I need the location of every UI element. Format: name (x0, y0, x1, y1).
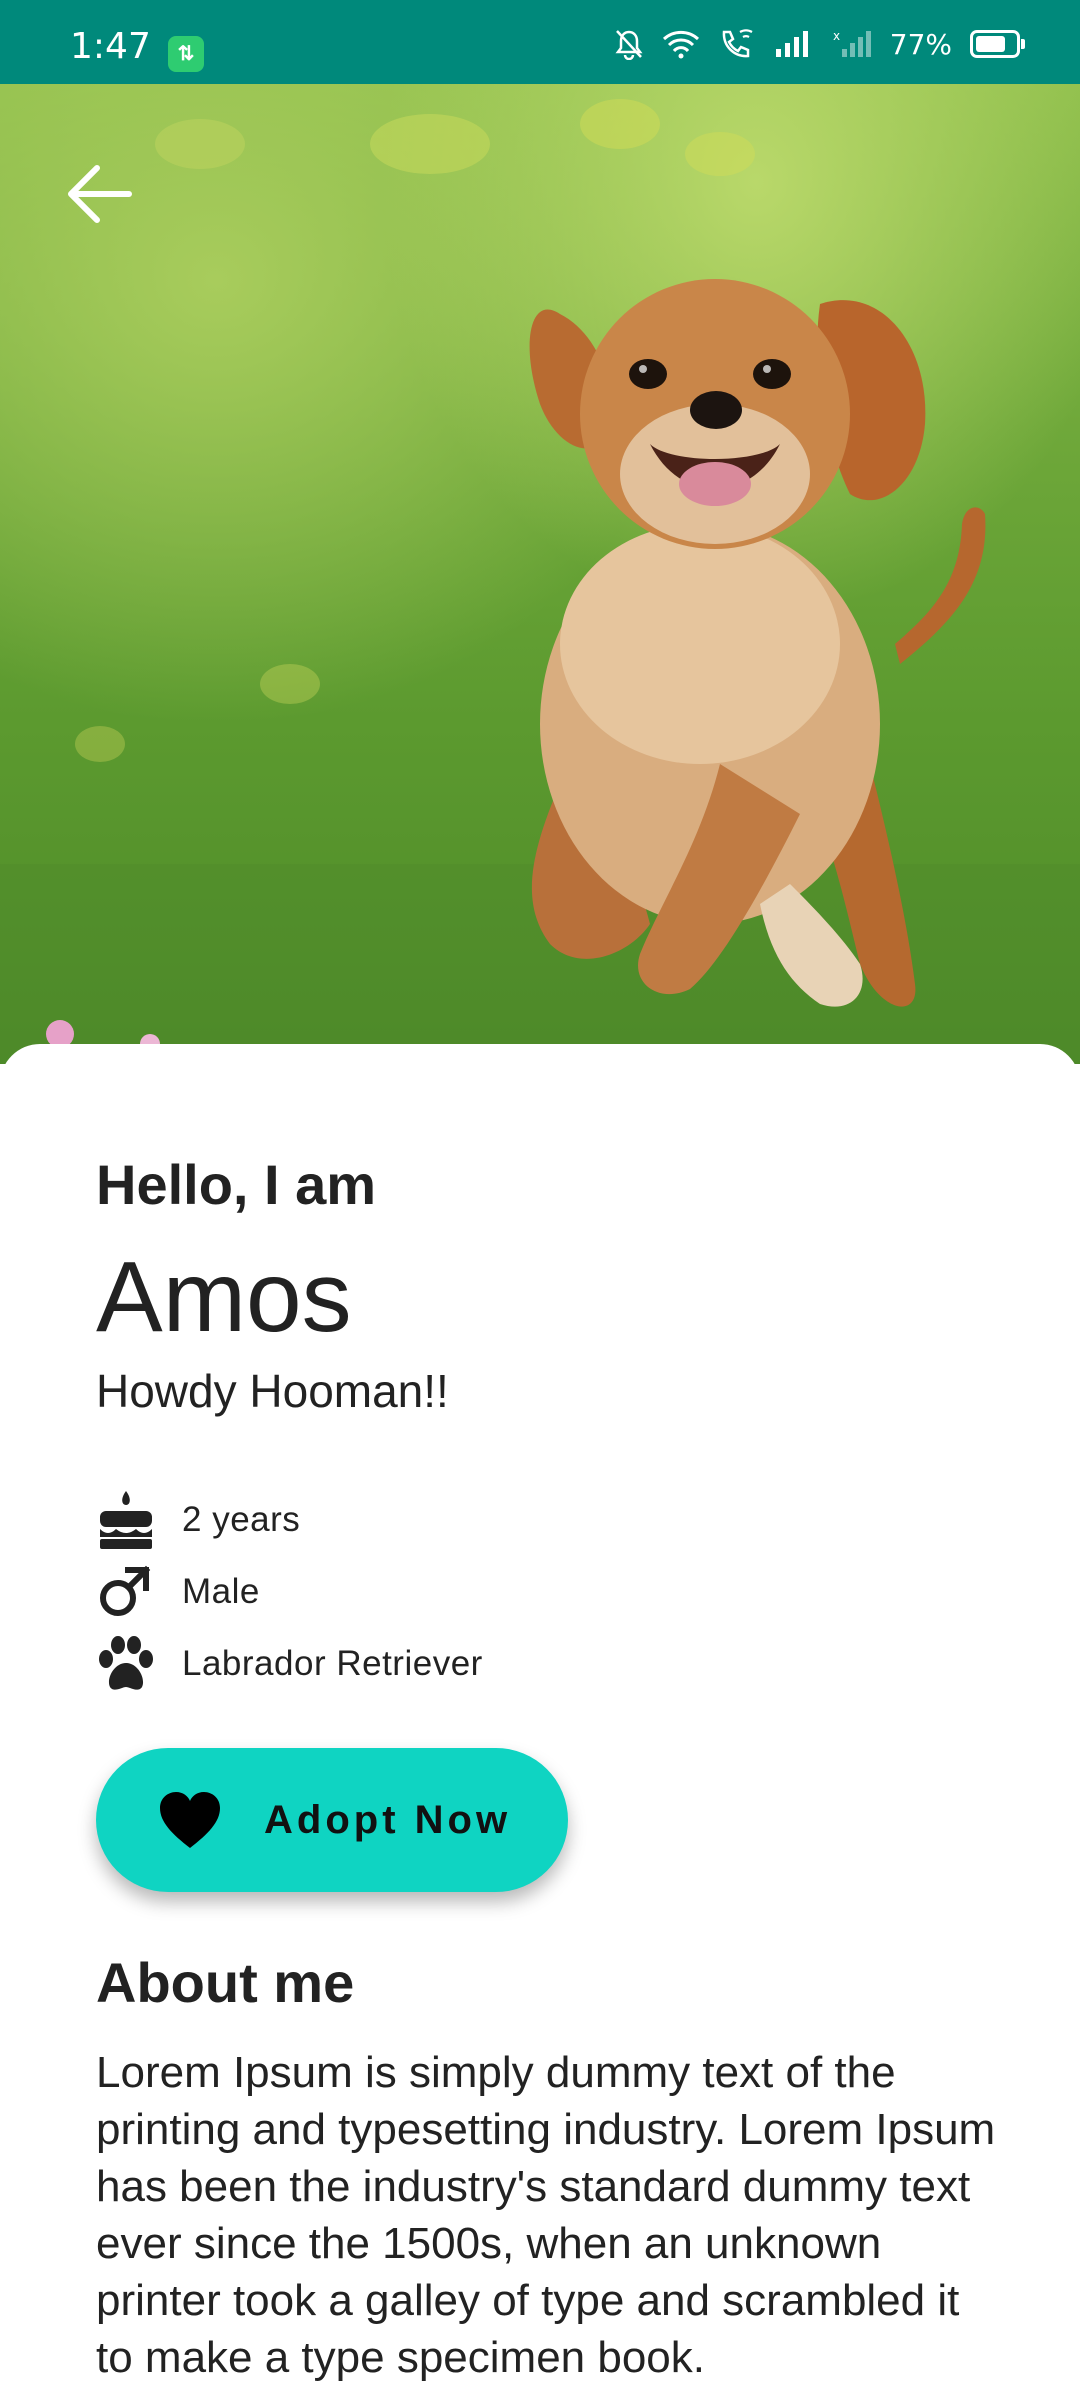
cake-icon (96, 1489, 168, 1551)
pet-photo (0, 84, 1080, 1064)
adopt-now-button[interactable]: Adopt Now (96, 1748, 568, 1892)
wifi-call-icon (722, 29, 753, 58)
battery-percent: 77% (889, 27, 952, 61)
svg-text:x: x (833, 29, 840, 43)
fact-breed: Labrador Retriever (96, 1628, 483, 1700)
pet-details-sheet: Hello, I am Amos Howdy Hooman!! 2 years (0, 1044, 1080, 2382)
status-bar: 1:47 ⇅ x 77% (0, 0, 1080, 84)
pet-facts: 2 years Male Labrador Retriever (96, 1484, 483, 1700)
pet-tagline: Howdy Hooman!! (96, 1365, 449, 1417)
greeting: Hello, I am (96, 1153, 377, 1216)
fact-text: Male (182, 1572, 260, 1611)
fact-gender: Male (96, 1556, 483, 1628)
pet-name: Amos (96, 1241, 352, 1353)
status-time: 1:47 (70, 26, 151, 67)
paw-icon (96, 1633, 168, 1695)
app-notification-icon: ⇅ (168, 36, 204, 72)
male-icon (96, 1561, 168, 1623)
signal-nodata-icon: x (833, 29, 871, 57)
battery-icon (970, 30, 1025, 58)
fact-age: 2 years (96, 1484, 483, 1556)
status-icons: x 77% (614, 22, 1025, 66)
back-button[interactable] (48, 144, 148, 244)
fact-text: 2 years (182, 1500, 301, 1539)
battery-level (976, 36, 1005, 52)
about-title: About me (96, 1951, 355, 2014)
adopt-now-label: Adopt Now (264, 1797, 512, 1842)
signal-icon (775, 31, 808, 57)
mute-bell-icon (615, 30, 643, 60)
wifi-icon (662, 30, 699, 59)
fact-text: Labrador Retriever (182, 1644, 483, 1683)
about-text: Lorem Ipsum is simply dummy text of the … (96, 2048, 996, 2382)
heart-icon (160, 1792, 220, 1848)
arrow-left-icon (68, 165, 132, 223)
